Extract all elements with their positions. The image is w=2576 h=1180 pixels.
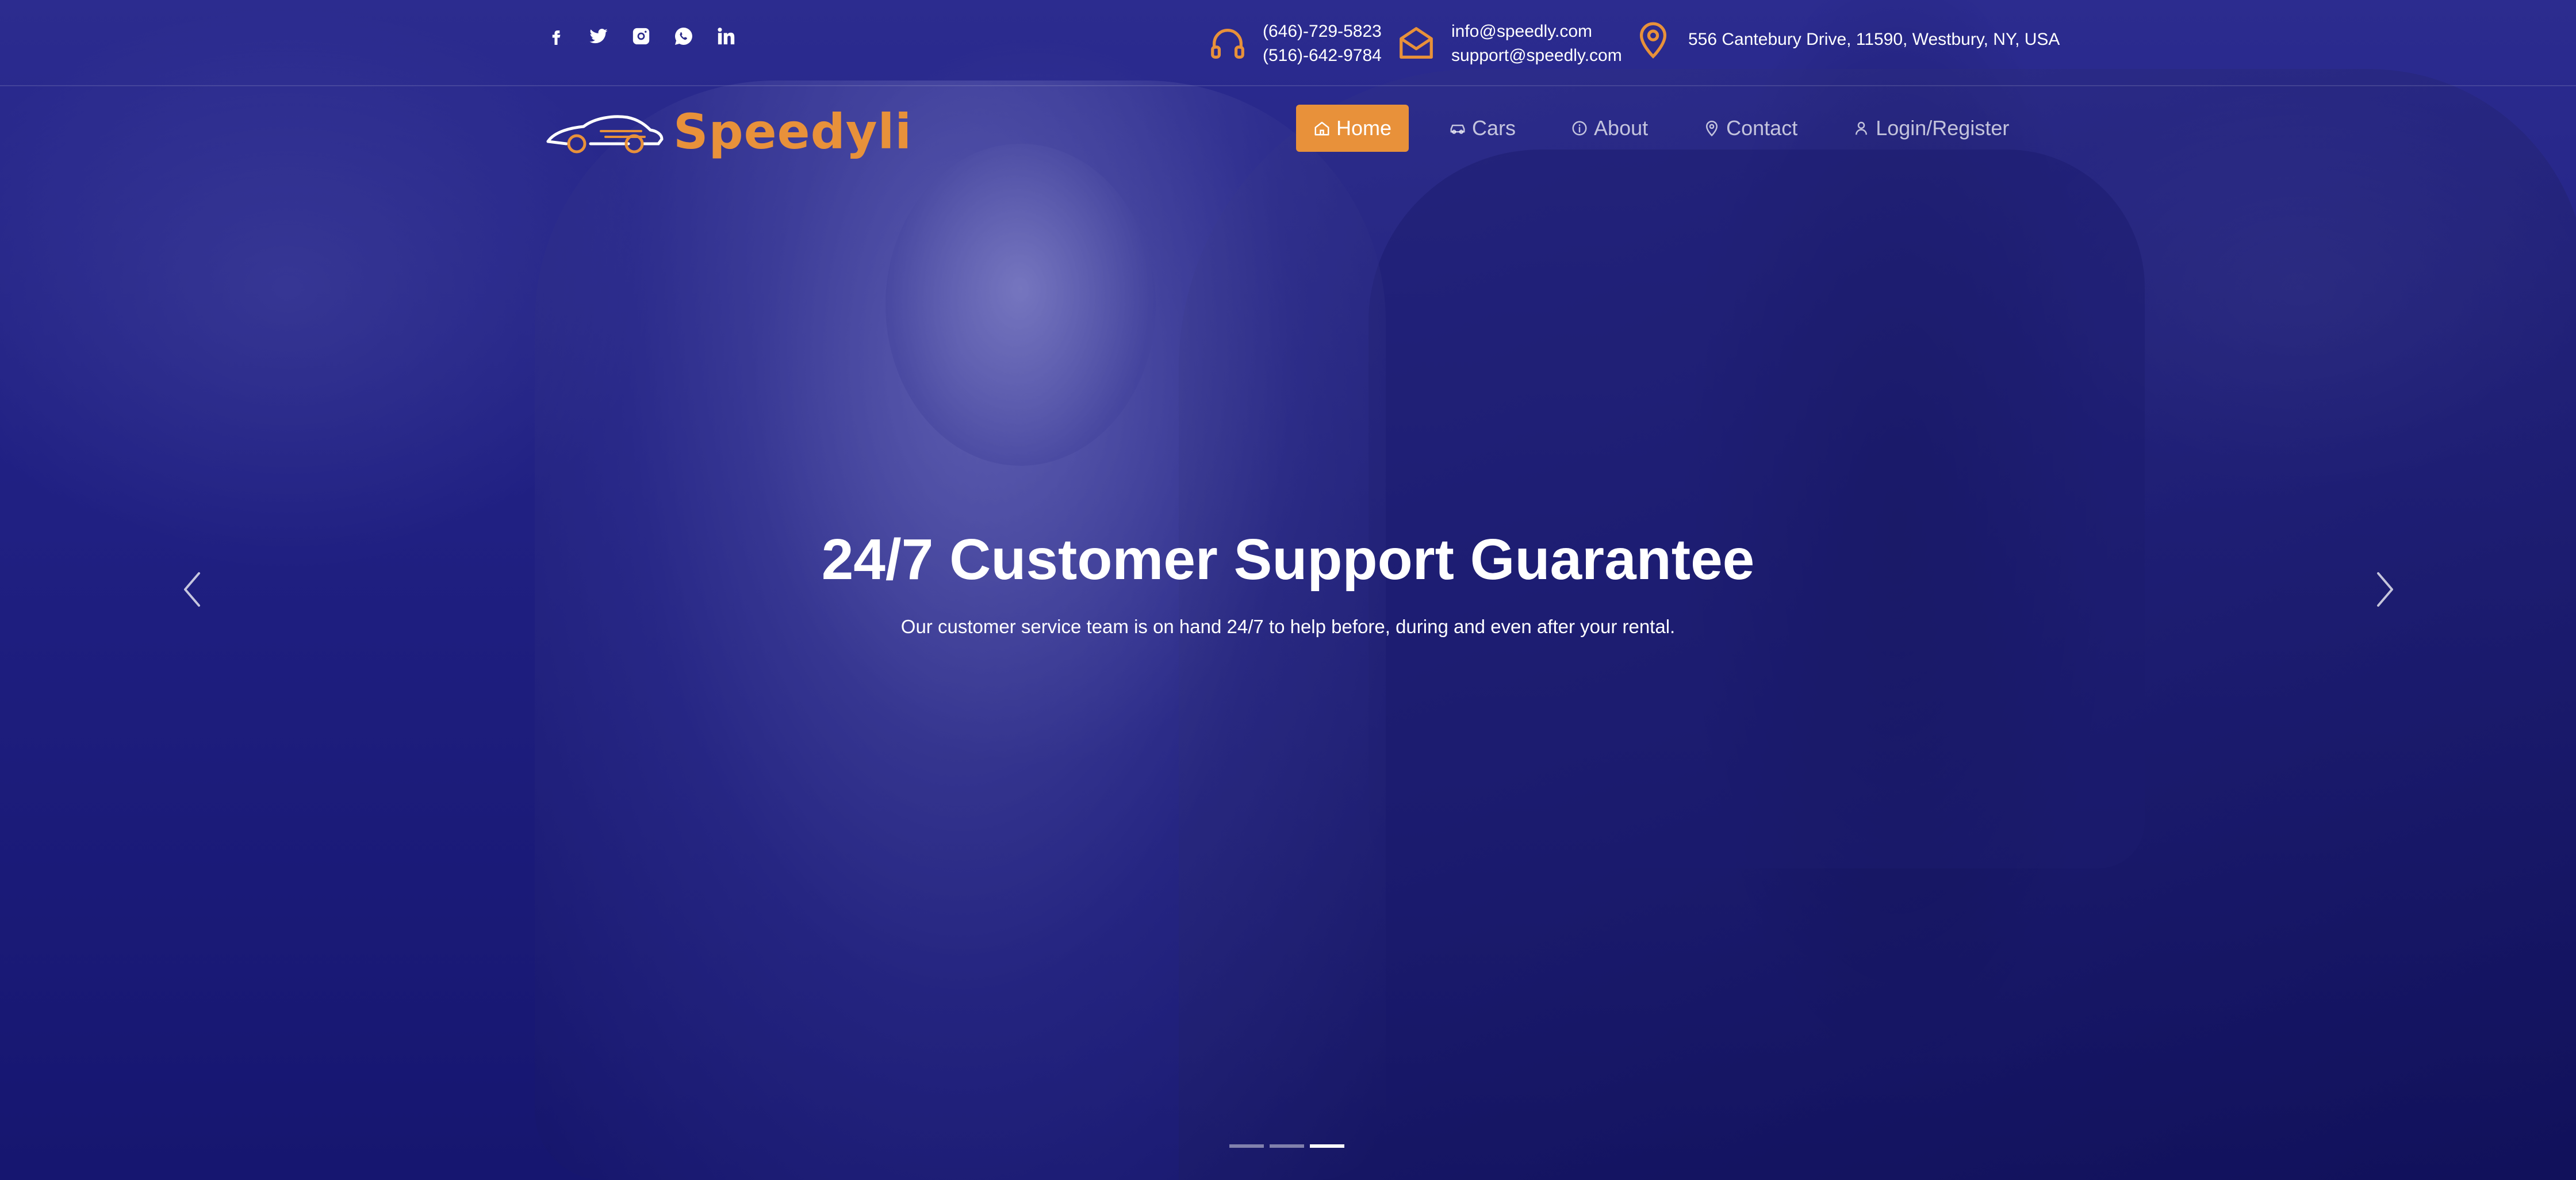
nav-label-contact: Contact xyxy=(1726,116,1798,140)
nav-item-home[interactable]: Home xyxy=(1296,105,1409,152)
nav-item-cars[interactable]: Cars xyxy=(1432,105,1533,152)
chevron-left-icon[interactable] xyxy=(176,566,210,612)
info-icon xyxy=(1572,121,1587,136)
nav-item-about[interactable]: About xyxy=(1554,105,1665,152)
twitter-icon[interactable] xyxy=(588,25,610,47)
carousel-indicators xyxy=(1229,1144,1344,1148)
carousel-indicator-2[interactable] xyxy=(1270,1144,1304,1148)
address-contact: 556 Cantebury Drive, 11590, Westbury, NY… xyxy=(1633,20,2060,60)
main-nav: Home Cars About Contact Login/Register xyxy=(1296,105,2026,152)
brand-name: Speedyli xyxy=(673,104,913,160)
chevron-right-icon[interactable] xyxy=(2367,566,2401,612)
car-icon xyxy=(1450,124,1465,134)
social-links xyxy=(545,25,737,47)
top-bar: (646)-729-5823 (516)-642-9784 info@speed… xyxy=(0,0,2576,86)
nav-label-login-register: Login/Register xyxy=(1876,116,2010,140)
email-address-1[interactable]: info@speedly.com xyxy=(1451,20,1622,44)
user-icon xyxy=(1856,121,1868,135)
location-pin-icon xyxy=(1706,120,1718,137)
hero-content: 24/7 Customer Support Guarantee Our cust… xyxy=(0,527,2576,638)
email-contact: info@speedly.com support@speedly.com xyxy=(1396,20,1622,68)
home-icon xyxy=(1314,121,1329,136)
hero-title: 24/7 Customer Support Guarantee xyxy=(821,527,1755,592)
instagram-icon[interactable] xyxy=(630,25,652,47)
linkedin-icon[interactable] xyxy=(715,25,737,47)
logo[interactable]: Speedyli xyxy=(543,104,912,160)
location-pin-icon xyxy=(1639,22,1667,59)
nav-item-login-register[interactable]: Login/Register xyxy=(1835,105,2026,152)
nav-label-cars: Cars xyxy=(1472,116,1516,140)
facebook-icon[interactable] xyxy=(545,25,567,47)
email-address-2[interactable]: support@speedly.com xyxy=(1451,44,1622,68)
envelope-icon xyxy=(1400,27,1433,59)
carousel-indicator-3[interactable] xyxy=(1310,1144,1344,1148)
car-logo-icon xyxy=(546,115,664,154)
hero-subtitle: Our customer service team is on hand 24/… xyxy=(900,616,1676,637)
whatsapp-icon[interactable] xyxy=(673,25,695,47)
phone-contact: (646)-729-5823 (516)-642-9784 xyxy=(1208,20,1382,68)
carousel-indicator-1[interactable] xyxy=(1229,1144,1264,1148)
address-text: 556 Cantebury Drive, 11590, Westbury, NY… xyxy=(1688,30,2060,49)
phone-number-2[interactable]: (516)-642-9784 xyxy=(1263,44,1382,68)
nav-label-home: Home xyxy=(1336,116,1392,140)
nav-item-contact[interactable]: Contact xyxy=(1686,105,1815,152)
phone-number-1[interactable]: (646)-729-5823 xyxy=(1263,20,1382,44)
headset-icon xyxy=(1211,29,1244,59)
nav-label-about: About xyxy=(1594,116,1649,140)
